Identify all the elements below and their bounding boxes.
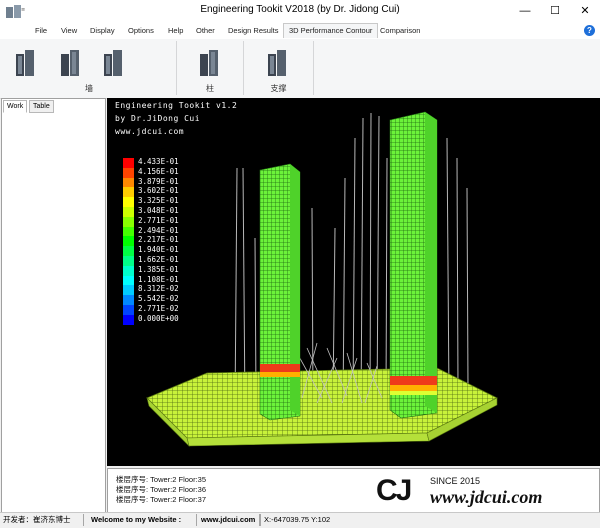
website-watermark: CJ SINCE 2015 www.jdcui.com	[370, 472, 596, 512]
menu-bar: File View Display Options Help Other Des…	[0, 22, 600, 40]
menu-file[interactable]: File	[35, 24, 47, 38]
maximize-button[interactable]: ☐	[540, 0, 570, 22]
log-line: 楼层序号: Tower:2 Floor:37	[116, 495, 207, 504]
minimize-button[interactable]: —	[510, 0, 540, 22]
title-bar: ≡ Engineering Tookit V2018 (by Dr. Jidon…	[0, 0, 600, 22]
brace-tool-icon[interactable]	[264, 46, 292, 80]
ribbon-group-brace: 支撑	[244, 41, 314, 95]
ribbon-group-label: 支撑	[270, 84, 287, 93]
wall-tool-1-icon[interactable]	[12, 46, 40, 80]
menu-view[interactable]: View	[61, 24, 77, 38]
menu-options[interactable]: Options	[128, 24, 154, 38]
ribbon-group-label: 墙	[85, 84, 93, 93]
work-panel: Work Table	[1, 98, 106, 513]
menu-display[interactable]: Display	[90, 24, 115, 38]
structural-model-render	[146, 111, 498, 447]
tab-work[interactable]: Work	[3, 100, 28, 113]
menu-3d-performance-contour[interactable]: 3D Performance Contour	[283, 23, 379, 38]
ribbon-group-column: 柱	[177, 41, 244, 95]
menu-other[interactable]: Other	[196, 24, 215, 38]
watermark-url: www.jdcui.com	[430, 487, 543, 507]
3d-viewport[interactable]: Engineering Tookit v1.2 by Dr.JiDong Cui…	[107, 98, 600, 466]
status-website-link[interactable]: www.jdcui.com	[198, 514, 260, 526]
ribbon-group-label: 柱	[206, 84, 214, 93]
wall-tool-3-icon[interactable]	[100, 46, 128, 80]
tab-table[interactable]: Table	[29, 100, 54, 113]
ribbon: 墙 柱 支撑	[0, 39, 600, 99]
wall-tool-2-icon[interactable]	[57, 46, 85, 80]
status-bar: 开发者：崔济东博士 Welcome to my Website : www.jd…	[0, 512, 600, 528]
status-welcome: Welcome to my Website :	[88, 514, 197, 526]
watermark-logo: CJ	[376, 474, 412, 507]
column-tool-icon[interactable]	[196, 46, 224, 80]
menu-help[interactable]: Help	[168, 24, 183, 38]
ribbon-group-wall: 墙	[2, 41, 177, 95]
menu-comparison[interactable]: Comparison	[380, 24, 420, 38]
close-button[interactable]: ✕	[570, 0, 600, 22]
status-developer: 开发者：崔济东博士	[0, 514, 84, 526]
status-coordinates: X:-647039.75 Y:102	[260, 514, 342, 526]
watermark-since: SINCE 2015	[430, 476, 481, 486]
menu-design-results[interactable]: Design Results	[228, 24, 278, 38]
help-icon[interactable]: ?	[584, 25, 595, 36]
